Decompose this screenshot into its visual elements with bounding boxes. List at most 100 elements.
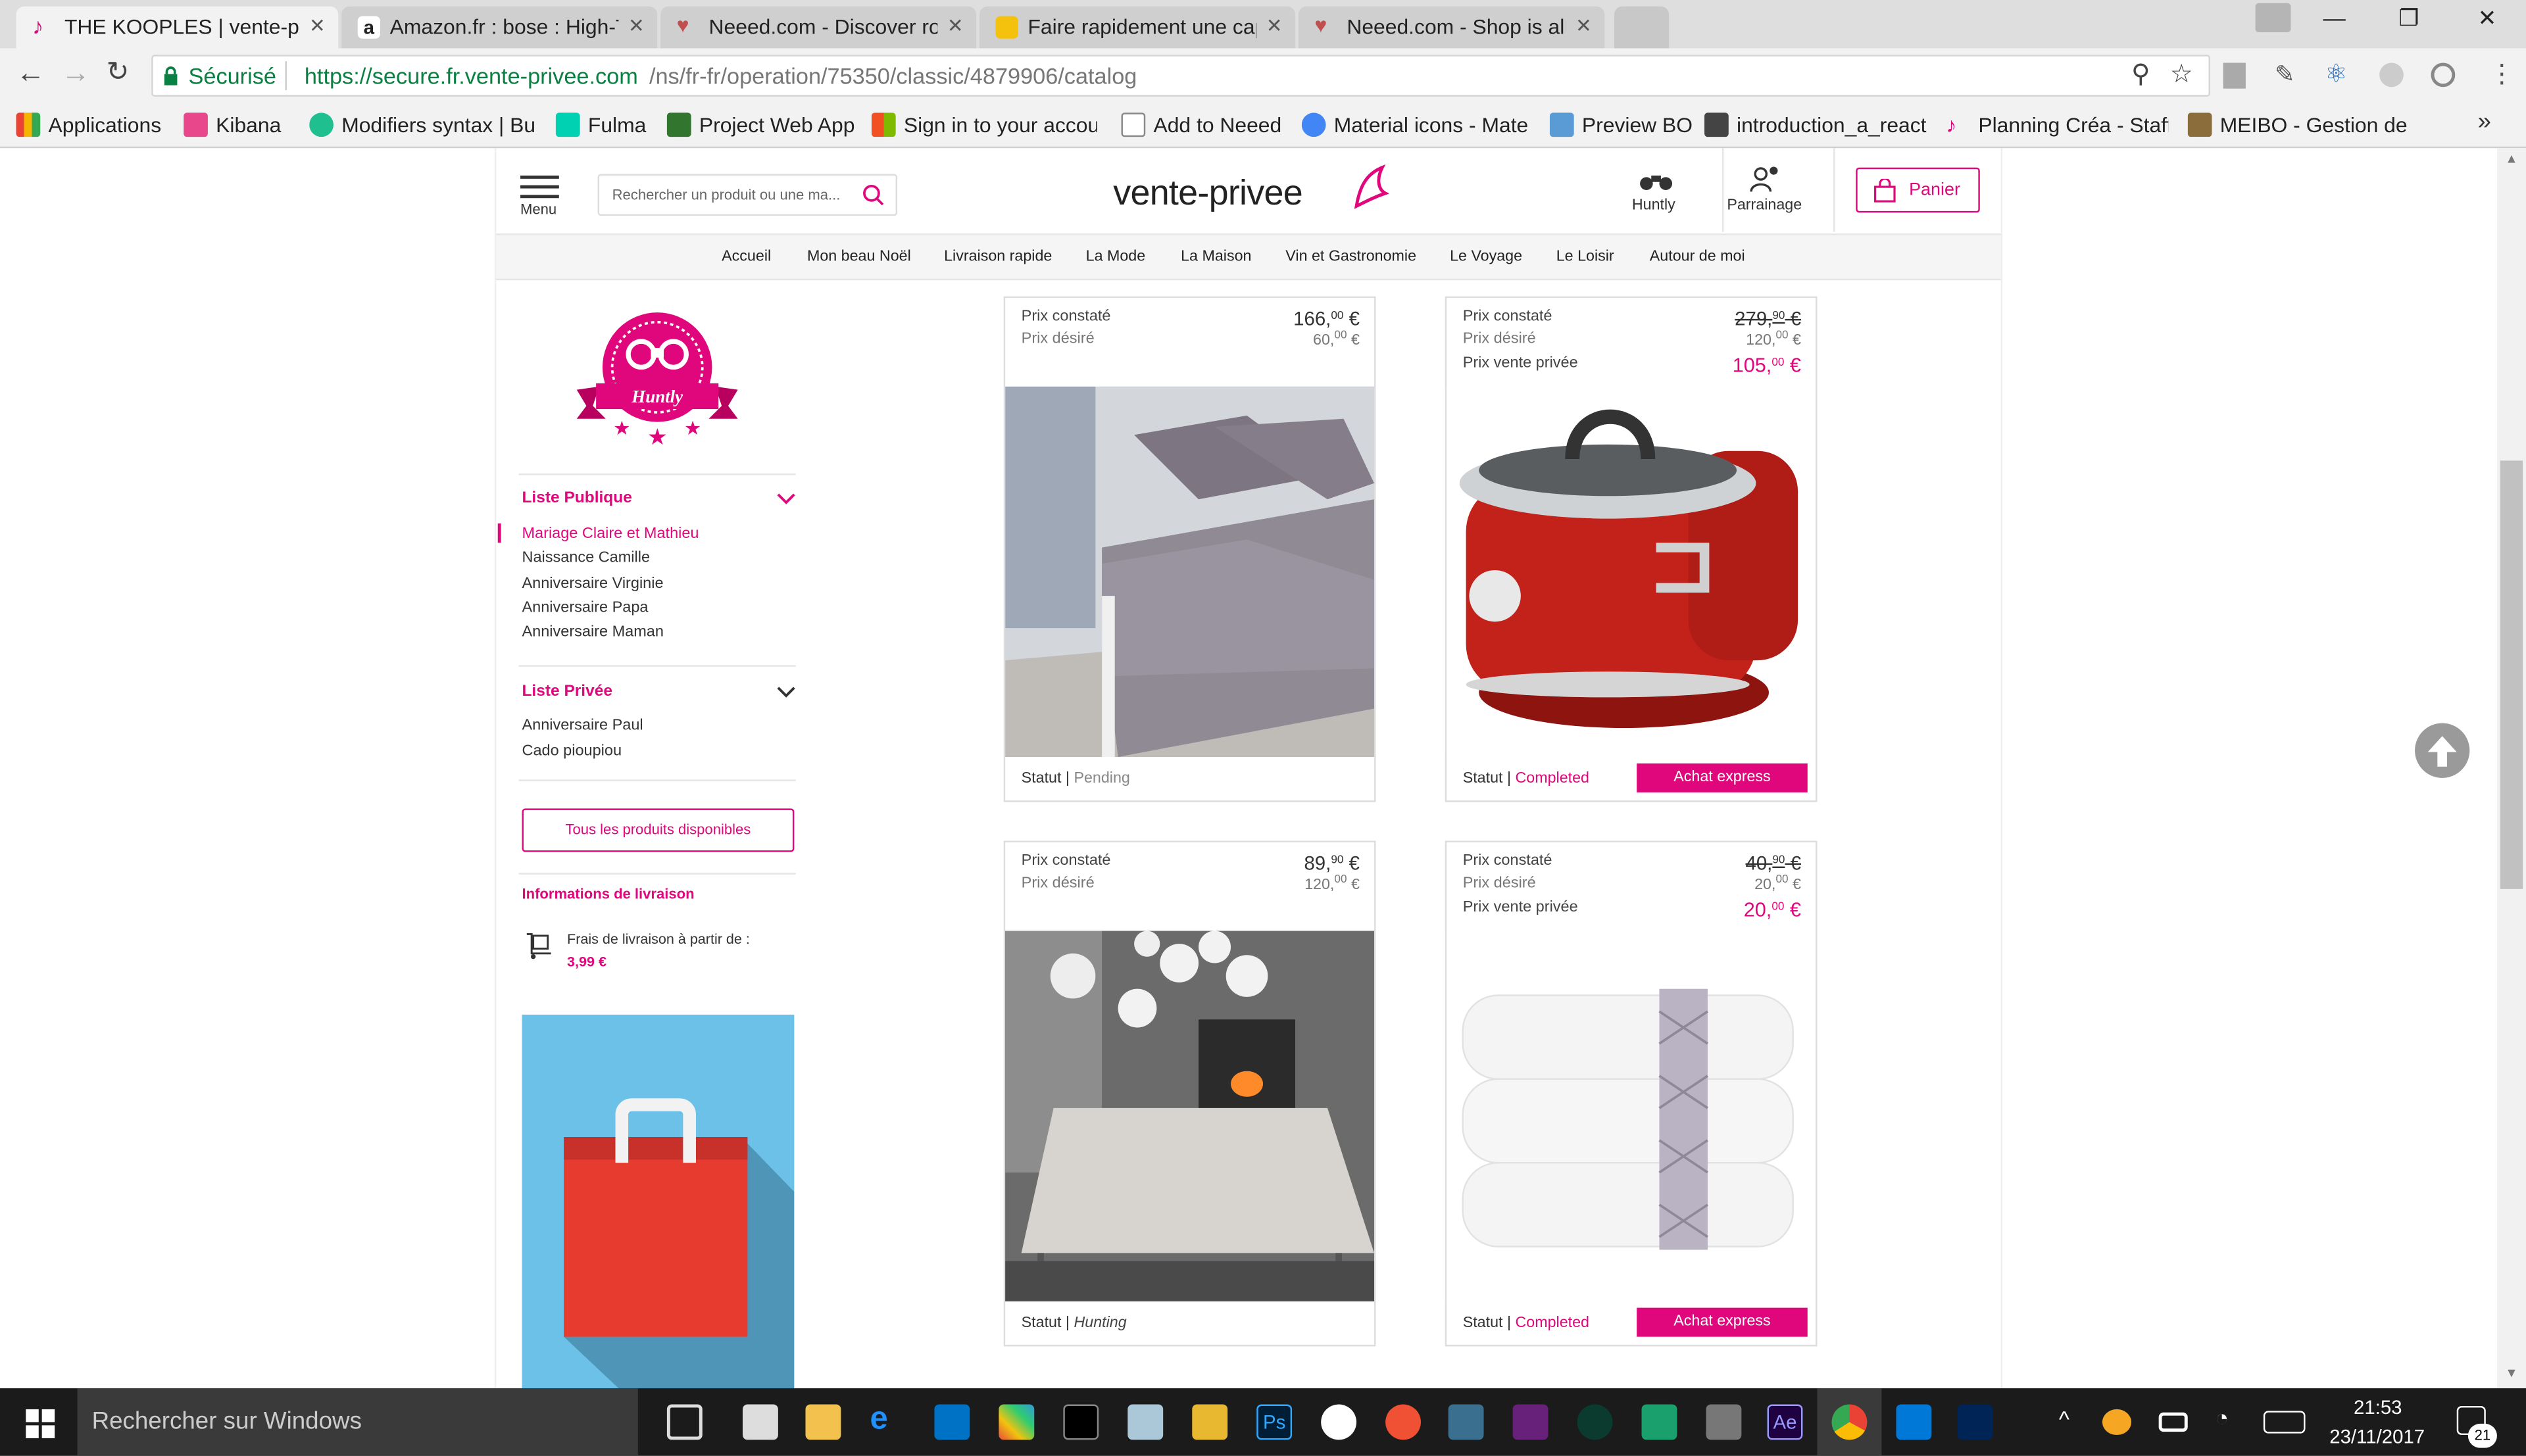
achat-express-button[interactable]: Achat express (1637, 1307, 1808, 1337)
tray-icon[interactable] (2102, 1409, 2132, 1436)
powershell-icon[interactable] (1957, 1404, 1993, 1440)
huntly-label[interactable]: Huntly (1632, 197, 1675, 214)
windows-search-box[interactable]: Rechercher sur Windows (77, 1388, 638, 1456)
extension-icon[interactable] (2379, 62, 2404, 87)
clock-time[interactable]: 21:53 (2354, 1396, 2402, 1419)
bookmark-introduction-react[interactable]: introduction_a_react (1704, 112, 1927, 137)
achat-express-button[interactable]: Achat express (1637, 763, 1808, 792)
nav-le-loisir[interactable]: Le Loisir (1556, 248, 1614, 266)
nav-autour-de-moi[interactable]: Autour de moi (1650, 248, 1745, 266)
terminal-icon[interactable] (1063, 1404, 1099, 1440)
tab-faire-rapidement[interactable]: Faire rapidement une cap ✕ (979, 6, 1295, 49)
store-icon[interactable] (742, 1404, 778, 1440)
tab-vente-privee[interactable]: ♪ THE KOOPLES | vente-pri ✕ (16, 6, 339, 49)
nav-la-mode[interactable]: La Mode (1086, 248, 1146, 266)
scroll-to-top-button[interactable] (2415, 723, 2470, 778)
bookmark-meibo[interactable]: MEIBO - Gestion des (2187, 112, 2407, 137)
wifi-icon[interactable]: ◔ (2215, 1405, 2229, 1430)
list-item[interactable]: Anniversaire Papa (522, 599, 648, 617)
all-products-button[interactable]: Tous les produits disponibles (522, 808, 795, 852)
product-image-tablecloth[interactable] (1005, 931, 1374, 1301)
outlook-icon[interactable] (934, 1404, 970, 1440)
tab-amazon[interactable]: a Amazon.fr : bose : High-T ✕ (341, 6, 658, 49)
battery-icon[interactable] (2158, 1412, 2188, 1432)
file-explorer-icon[interactable] (805, 1404, 841, 1440)
app-icon[interactable] (1706, 1404, 1742, 1440)
bookmark-preview-bo[interactable]: Preview BO (1549, 112, 1693, 137)
parrainage-label[interactable]: Parrainage (1727, 197, 1802, 214)
chevron-down-icon[interactable] (776, 686, 795, 699)
list-item[interactable]: Anniversaire Maman (522, 623, 663, 641)
app-icon[interactable] (1192, 1404, 1228, 1440)
tab-neeed-discover[interactable]: ♥ Neeed.com - Discover ro ✕ (660, 6, 977, 49)
forward-arrow-icon[interactable]: → (61, 57, 90, 90)
list-item[interactable]: Anniversaire Paul (522, 717, 643, 735)
nav-mon-beau-noel[interactable]: Mon beau Noël (807, 248, 911, 266)
bookmark-applications[interactable]: Applications (16, 112, 161, 137)
list-item-active[interactable]: Mariage Claire et Mathieu (522, 525, 699, 543)
bookmark-sign-in[interactable]: Sign in to your accou (871, 112, 1097, 137)
chevron-up-icon[interactable]: ^ (2059, 1406, 2069, 1432)
scrollbar-thumb[interactable] (2500, 460, 2523, 889)
minimize-icon[interactable]: — (2323, 5, 2345, 30)
scroll-down-arrow-icon[interactable]: ▼ (2505, 1366, 2517, 1380)
nav-le-voyage[interactable]: Le Voyage (1450, 248, 1522, 266)
close-window-icon[interactable]: ✕ (2478, 5, 2497, 32)
shopping-bag-banner[interactable] (522, 1014, 795, 1389)
scrollbar[interactable]: ▲ ▼ (2496, 148, 2526, 1389)
chevron-down-icon[interactable] (776, 493, 795, 506)
bookmark-kibana[interactable]: Kibana (184, 112, 281, 137)
app-icon[interactable] (1448, 1404, 1484, 1440)
clock-date[interactable]: 23/11/2017 (2329, 1425, 2425, 1447)
close-tab-icon[interactable]: ✕ (628, 14, 645, 37)
profile-icon[interactable] (2255, 3, 2291, 32)
product-card[interactable]: Prix constaté Prix désiré 89,90 € 120,00… (1003, 840, 1376, 1347)
app-icon[interactable] (1321, 1404, 1357, 1440)
product-card[interactable]: Prix constaté Prix désiré Prix vente pri… (1445, 840, 1818, 1347)
windows-start-icon[interactable] (26, 1409, 55, 1438)
bookmark-star-icon[interactable]: ☆ (2170, 58, 2193, 90)
bookmark-planning-crea[interactable]: ♪ Planning Créa - Staffi (1946, 112, 2168, 137)
vscode-icon[interactable] (1896, 1404, 1932, 1440)
nav-la-maison[interactable]: La Maison (1181, 248, 1251, 266)
close-tab-icon[interactable]: ✕ (1266, 14, 1283, 37)
back-arrow-icon[interactable]: ← (16, 57, 45, 90)
menu-button[interactable] (520, 175, 559, 199)
product-card[interactable]: Prix constaté Prix désiré 166,00 € 60,00… (1003, 296, 1376, 802)
pdf-extension-icon[interactable] (2223, 62, 2246, 89)
tab-neeed-shop[interactable]: ♥ Neeed.com - Shop is all ✕ (1298, 6, 1605, 49)
keyboard-icon[interactable] (2263, 1411, 2306, 1434)
url-bar[interactable]: Sécurisé https://secure.fr.vente-privee.… (151, 55, 2211, 97)
product-card[interactable]: Prix constaté Prix désiré Prix vente pri… (1445, 296, 1818, 802)
chrome-icon[interactable] (1831, 1404, 1868, 1440)
app-icon[interactable] (1577, 1404, 1613, 1440)
bookmark-modifiers-syntax[interactable]: Modifiers syntax | Bul (309, 112, 535, 137)
zoom-icon[interactable]: ⚲ (2131, 58, 2150, 90)
search-icon[interactable] (862, 183, 884, 206)
photoshop-icon[interactable]: Ps (1256, 1404, 1293, 1440)
maximize-icon[interactable]: ❐ (2399, 5, 2419, 32)
list-item[interactable]: Cado pioupiou (522, 742, 622, 760)
app-icon[interactable] (1127, 1404, 1164, 1440)
vente-privee-logo[interactable]: vente-privee (1113, 172, 1302, 214)
chrome-menu-icon[interactable]: ⋮ (2489, 58, 2515, 90)
edge-icon[interactable]: e (870, 1401, 905, 1437)
binoculars-icon[interactable] (1639, 168, 1674, 193)
product-image-multicooker[interactable] (1447, 386, 1816, 758)
product-image-bed-linen[interactable] (1005, 386, 1374, 758)
new-tab-button[interactable] (1614, 6, 1670, 49)
nav-vin-et-gastronomie[interactable]: Vin et Gastronomie (1285, 248, 1416, 266)
cart-button[interactable]: Panier (1856, 167, 1980, 213)
visual-studio-icon[interactable] (1512, 1404, 1548, 1440)
close-tab-icon[interactable]: ✕ (947, 14, 964, 37)
extension-icon[interactable] (2431, 62, 2456, 87)
bookmark-project-web-app[interactable]: Project Web App (666, 112, 854, 137)
bookmark-fulma[interactable]: Fulma (555, 112, 646, 137)
product-image-towels[interactable] (1447, 931, 1816, 1301)
react-extension-icon[interactable]: ⚛ (2325, 58, 2348, 90)
app-icon[interactable] (1641, 1404, 1677, 1440)
reload-icon[interactable]: ↻ (107, 57, 130, 89)
after-effects-icon[interactable]: Ae (1767, 1404, 1803, 1440)
more-bookmarks-icon[interactable]: » (2478, 108, 2491, 135)
liste-publique-title[interactable]: Liste Publique (522, 489, 632, 507)
